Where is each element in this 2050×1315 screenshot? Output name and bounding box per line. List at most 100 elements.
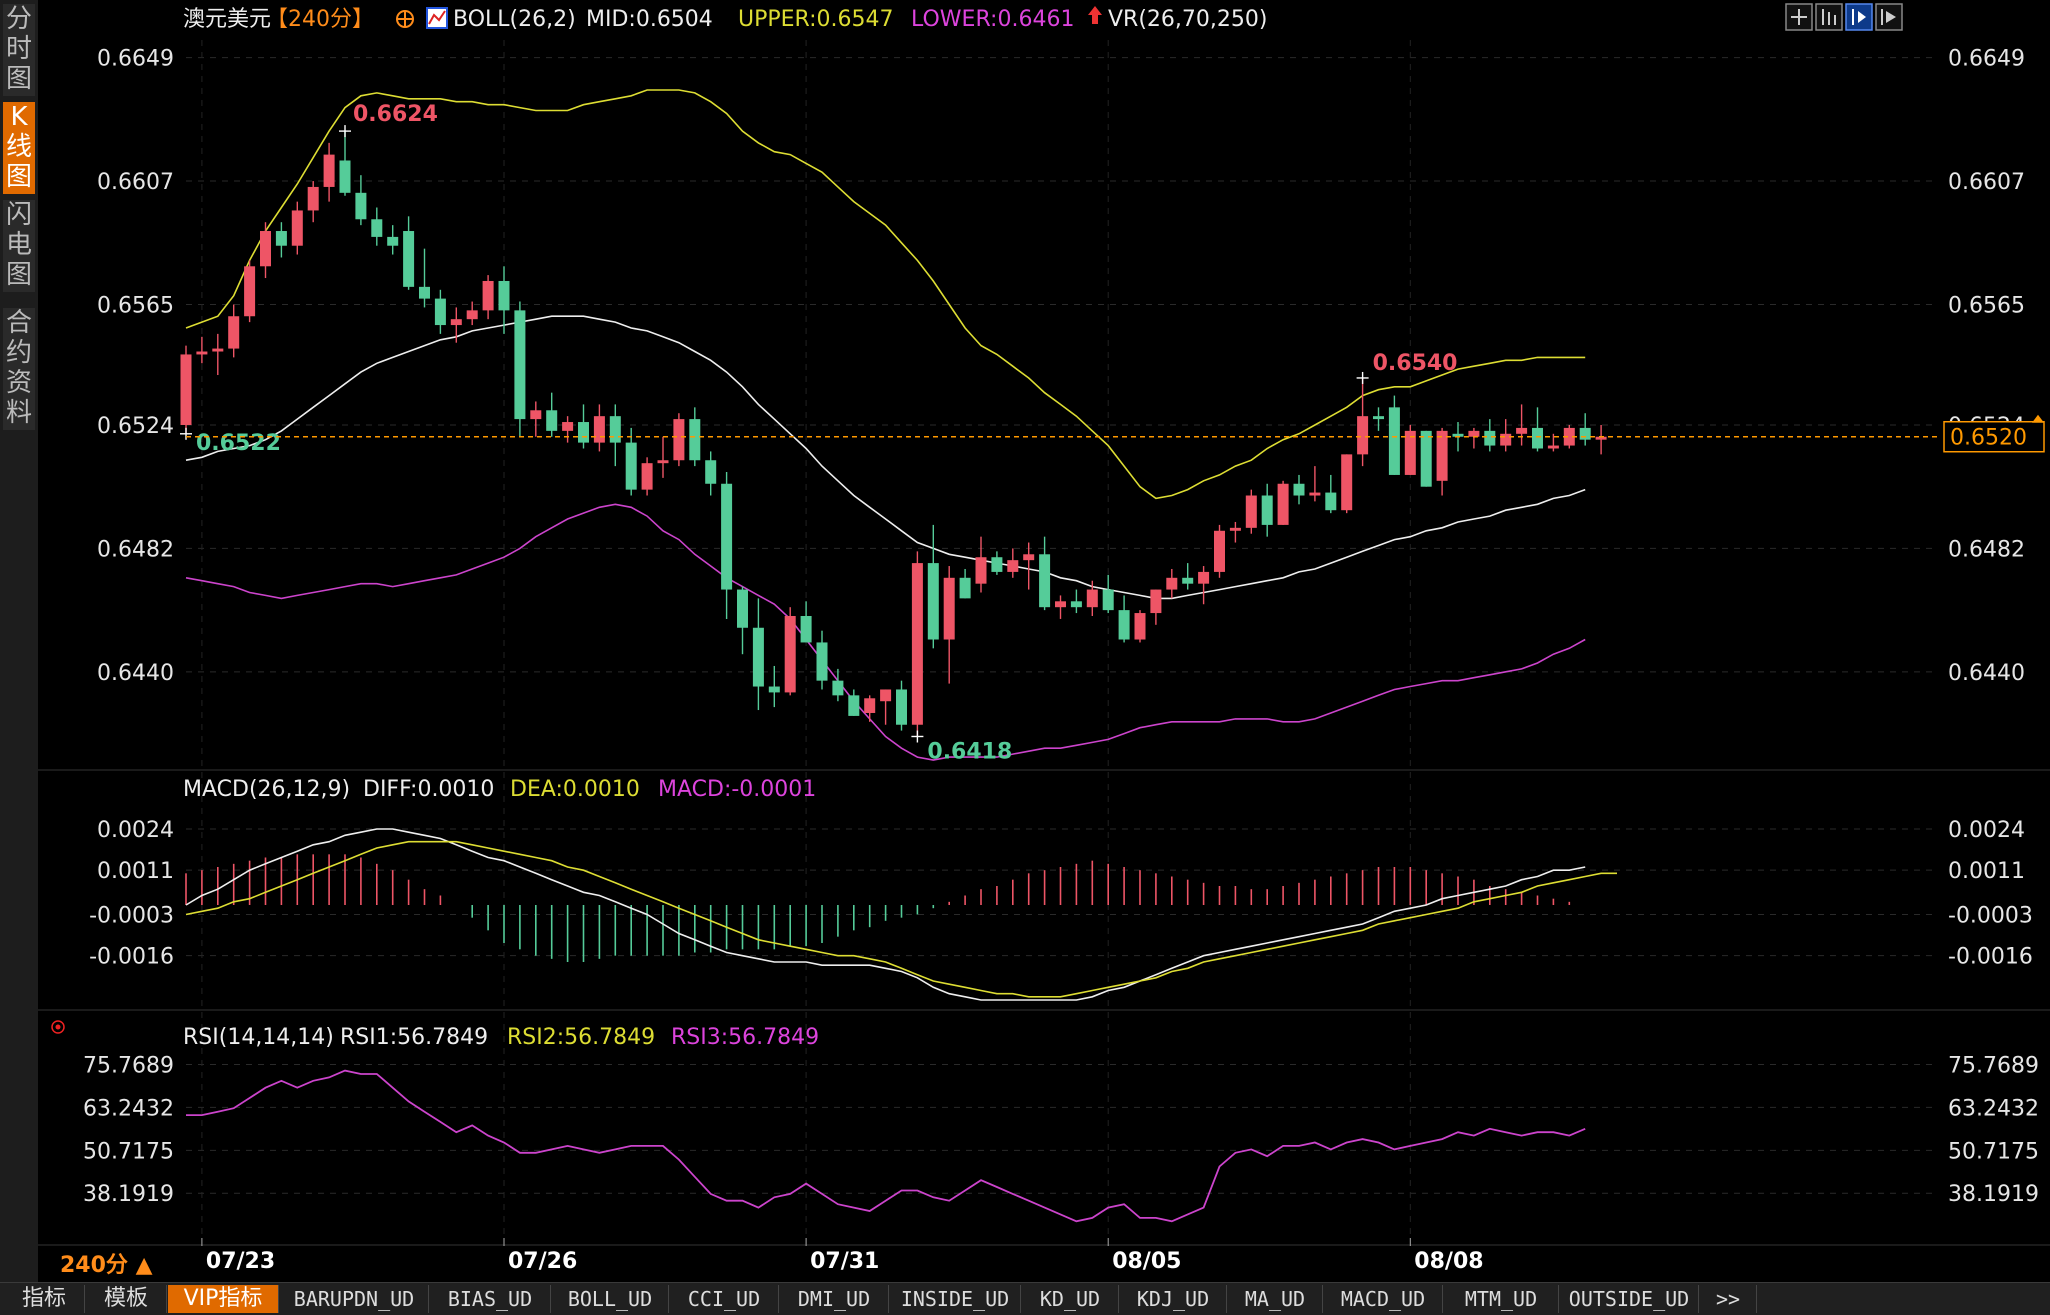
macd-diff: DIFF:0.0010 (363, 777, 494, 802)
candle-down (927, 563, 939, 640)
indicator-tab[interactable]: BARUPDN_UD (280, 1285, 429, 1313)
indicator-tab[interactable]: CCI_UD (670, 1285, 779, 1313)
candle-down (1420, 430, 1432, 487)
indicator-tab[interactable]: INSIDE_UD (890, 1285, 1021, 1313)
candle-down (514, 310, 526, 420)
annotation-label: 0.6418 (927, 739, 1012, 764)
indicator-tab[interactable]: BIAS_UD (430, 1285, 551, 1313)
symbol-name: 澳元美元 (183, 7, 271, 32)
candle-down (1579, 427, 1591, 440)
chart-svg[interactable]: 0.6649 0.6649 0.6607 0.6607 0.6565 0.6565 0.65… (38, 0, 2050, 1282)
candle-down (752, 627, 764, 687)
indicator-tab[interactable]: MTM_UD (1444, 1285, 1559, 1313)
period-label[interactable]: 【240分】 (266, 7, 374, 32)
sidebar-tab-kline[interactable]: K线图 (3, 102, 35, 194)
candle-down (800, 616, 812, 643)
sidebar-tab-contract-info[interactable]: 合约资料 (3, 308, 35, 430)
macd-value: MACD:-0.0001 (658, 777, 816, 802)
chart-area[interactable]: 0.6649 0.6649 0.6607 0.6607 0.6565 0.6565 0.65… (38, 0, 2050, 1282)
candle-up (244, 266, 256, 317)
rsi-tick-label-left: 50.7175 (83, 1139, 174, 1164)
annotation-label: 0.6624 (353, 102, 438, 127)
candle-down (1532, 427, 1543, 449)
candle-up (943, 577, 955, 640)
candle-down (355, 192, 367, 220)
indicator-tab[interactable]: OUTSIDE_UD (1560, 1285, 1699, 1313)
sidebar-tab-label: 闪电图 (5, 200, 32, 290)
candle-up (1055, 601, 1066, 608)
target-icon[interactable] (396, 10, 414, 28)
indicator-tab[interactable]: BOLL_UD (552, 1285, 669, 1313)
macd-label: MACD(26,12,9) (183, 777, 350, 802)
indicator-tab[interactable]: KD_UD (1022, 1285, 1119, 1313)
rsi-tick-label-right: 38.1919 (1948, 1182, 2039, 1207)
candlesticks (180, 131, 1607, 737)
rsi-tick-label-right: 75.7689 (1948, 1053, 2039, 1078)
candle-up (673, 419, 685, 461)
candle-up (530, 410, 542, 420)
candle-up (1516, 427, 1528, 434)
indicator-tab[interactable]: MA_UD (1228, 1285, 1323, 1313)
candle-up (1229, 527, 1241, 531)
candle-down (721, 483, 733, 590)
settings-dot-icon[interactable] (51, 1020, 65, 1034)
boll-mid: MID:0.6504 (586, 7, 713, 32)
indicator-tab[interactable]: 模板 (86, 1285, 167, 1313)
macd-tick-label-right: 0.0024 (1948, 818, 2025, 843)
settings-icon[interactable] (1845, 3, 1873, 31)
rsi2-value: RSI2:56.7849 (507, 1025, 655, 1050)
crosshair-icon[interactable] (1785, 3, 1813, 31)
candle-up (784, 616, 796, 693)
sidebar-tab-label: 合约资料 (5, 308, 32, 428)
rsi-label: RSI(14,14,14) (183, 1025, 334, 1050)
candle-down (578, 422, 589, 443)
chart-type-icon[interactable] (426, 7, 448, 29)
candle-up (880, 689, 892, 702)
sort-icon[interactable] (1815, 3, 1843, 31)
rsi-tick-label-left: 63.2432 (83, 1096, 174, 1121)
sidebar-tab-label: 分时图 (5, 4, 32, 94)
candle-up (1023, 554, 1035, 561)
candle-up (450, 319, 462, 326)
candle-down (339, 160, 351, 193)
rsi-tick-label-left: 75.7689 (83, 1053, 174, 1078)
price-tick-label-left: 0.6565 (97, 293, 174, 318)
candle-up (323, 154, 335, 187)
indicator-tab[interactable]: MACD_UD (1324, 1285, 1443, 1313)
price-tick-label-left: 0.6607 (97, 170, 174, 195)
price-tick-label-right: 0.6649 (1948, 47, 2025, 72)
candle-up (482, 280, 494, 311)
macd-tick-label-left: -0.0003 (89, 904, 174, 929)
indicator-tab[interactable]: KDJ_UD (1120, 1285, 1227, 1313)
up-arrow-icon (1088, 6, 1102, 24)
expand-icon[interactable] (1875, 3, 1903, 31)
indicator-tab-bar: 指标 模板 VIP指标 BARUPDN_UD BIAS_UD BOLL_UD CCI_UD D… (0, 1282, 2050, 1315)
rsi-header: RSI(14,14,14) RSI1:56.7849 RSI2:56.7849 … (51, 1020, 819, 1050)
sidebar-tab-timeshare[interactable]: 分时图 (3, 4, 35, 96)
rsi-tick-label-right: 63.2432 (1948, 1096, 2039, 1121)
price-tick-label-right: 0.6440 (1948, 661, 2025, 686)
candle-down (546, 410, 558, 431)
rsi-tick-label-right: 50.7175 (1948, 1139, 2039, 1164)
macd-tick-label-right: -0.0003 (1948, 904, 2033, 929)
candle-up (212, 348, 224, 352)
candle-down (768, 686, 780, 693)
candle-down (275, 231, 287, 246)
indicator-tab[interactable]: DMI_UD (780, 1285, 889, 1313)
current-price-value: 0.6520 (1950, 426, 2027, 451)
candle-up (180, 354, 192, 425)
candle-down (816, 642, 828, 681)
candle-down (848, 695, 860, 716)
indicator-tab[interactable]: VIP指标 (168, 1285, 279, 1313)
boll-label: BOLL(26,2) (453, 7, 576, 32)
candle-up (562, 422, 574, 431)
candle-down (1261, 495, 1273, 525)
sidebar-tab-flash[interactable]: 闪电图 (3, 200, 35, 292)
price-tick-label-left: 0.6649 (97, 47, 174, 72)
candle-down (896, 689, 907, 725)
candle-down (609, 416, 621, 443)
indicator-tab[interactable]: 指标 (4, 1285, 85, 1313)
main-header: 澳元美元 【240分】 BOLL(26,2) MID:0.6504 UPPER:… (183, 6, 1267, 32)
period-indicator[interactable]: 240分 ▲ (60, 1253, 153, 1278)
indicator-tab[interactable]: >> (1700, 1285, 1757, 1313)
